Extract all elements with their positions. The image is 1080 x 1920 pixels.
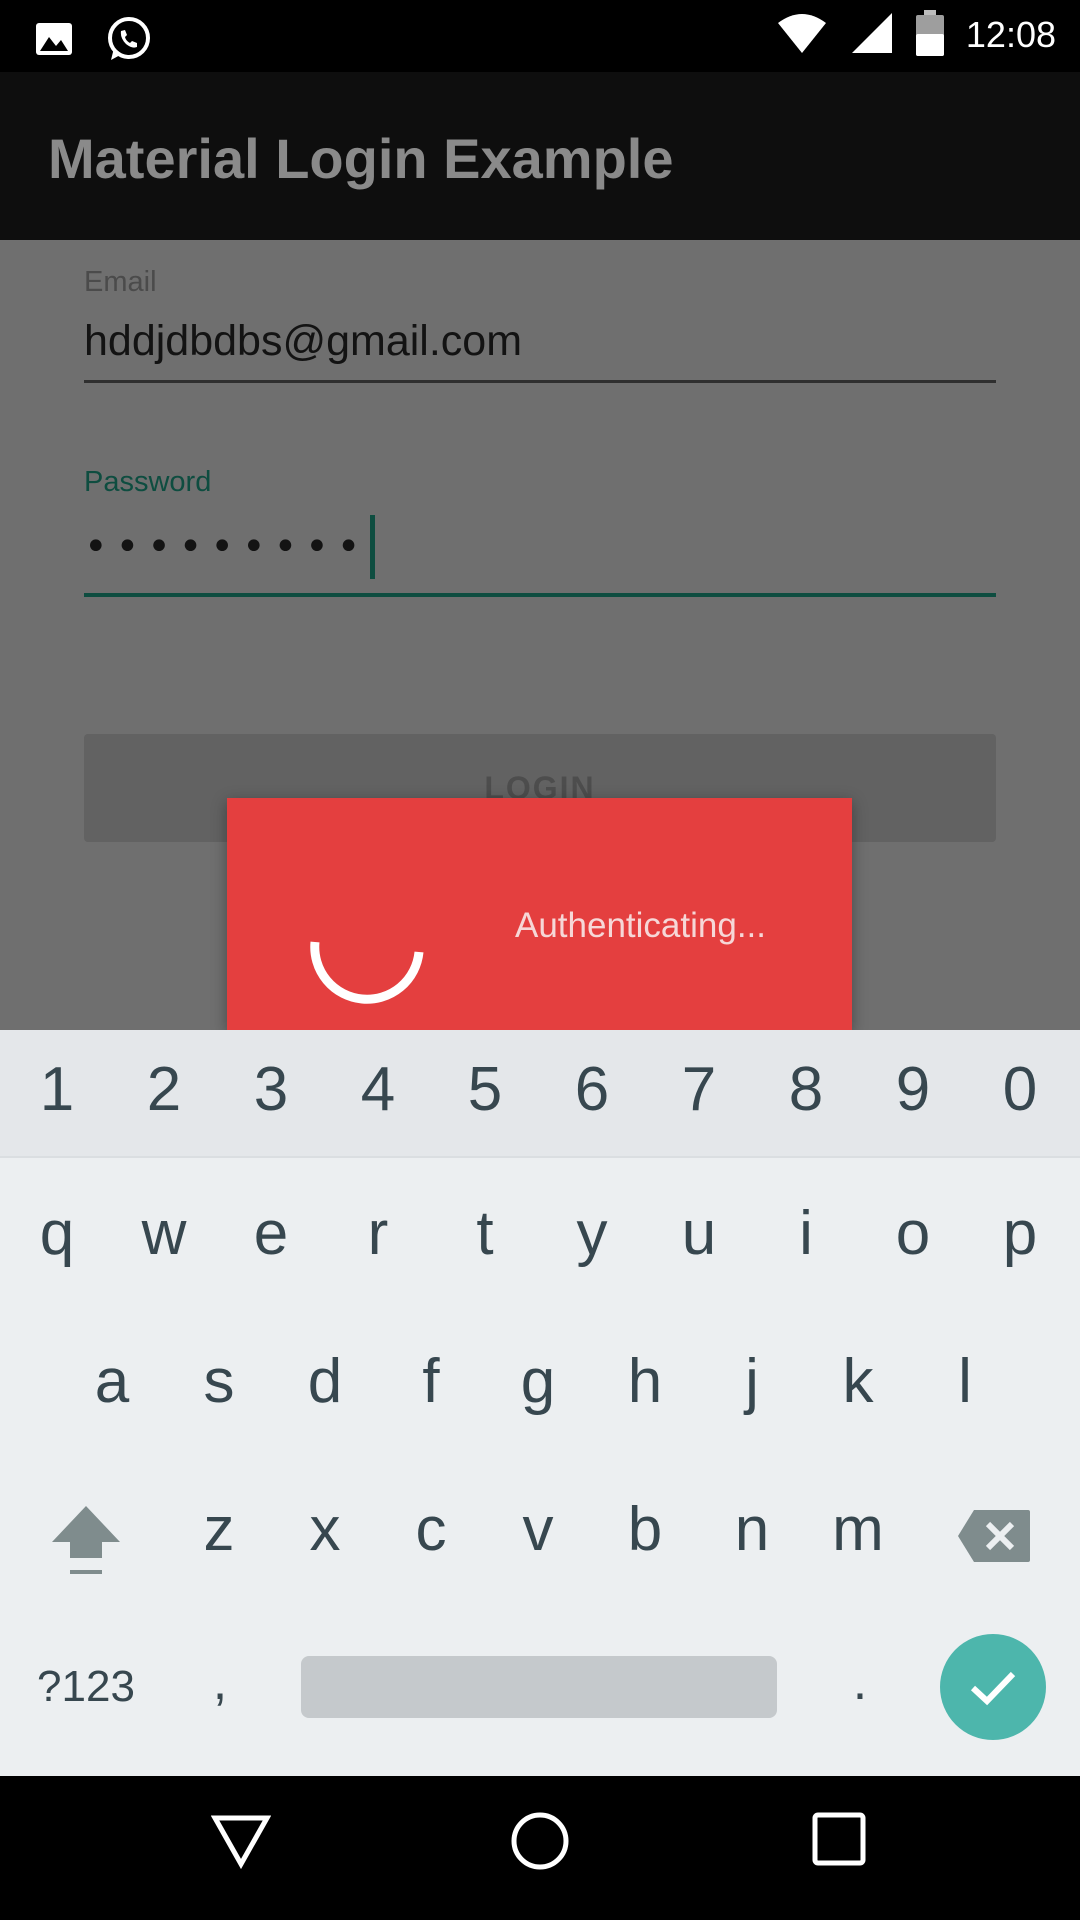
key-a[interactable]: a xyxy=(72,1346,152,1417)
password-field[interactable]: ••••••••• xyxy=(84,515,996,579)
key-n[interactable]: n xyxy=(712,1494,792,1565)
dialog-message: Authenticating... xyxy=(515,906,766,945)
key-0[interactable]: 0 xyxy=(980,1054,1060,1125)
symbols-key[interactable]: ?123 xyxy=(30,1662,142,1712)
app-bar: Material Login Example xyxy=(0,72,1080,240)
number-row: 1 2 3 4 5 6 7 8 9 0 xyxy=(0,1030,1080,1158)
key-s[interactable]: s xyxy=(179,1346,259,1417)
signal-icon xyxy=(850,11,894,59)
key-p[interactable]: p xyxy=(980,1198,1060,1269)
key-7[interactable]: 7 xyxy=(659,1054,739,1125)
checkmark-icon xyxy=(970,1671,1016,1706)
key-h[interactable]: h xyxy=(605,1346,685,1417)
shift-icon[interactable] xyxy=(46,1500,126,1585)
key-q[interactable]: q xyxy=(17,1198,97,1269)
key-comma[interactable]: , xyxy=(180,1652,260,1712)
nav-bar xyxy=(0,1776,1080,1920)
recents-icon[interactable] xyxy=(810,1810,868,1872)
key-o[interactable]: o xyxy=(873,1198,953,1269)
key-8[interactable]: 8 xyxy=(766,1054,846,1125)
key-t[interactable]: t xyxy=(445,1198,525,1269)
email-field-container: Email hddjdbdbs@gmail.com xyxy=(84,266,996,383)
key-e[interactable]: e xyxy=(231,1198,311,1269)
key-3[interactable]: 3 xyxy=(231,1054,311,1125)
key-v[interactable]: v xyxy=(498,1494,578,1565)
key-b[interactable]: b xyxy=(605,1494,685,1565)
email-label: Email xyxy=(84,266,157,298)
key-i[interactable]: i xyxy=(766,1198,846,1269)
page-title: Material Login Example xyxy=(48,127,674,190)
key-w[interactable]: w xyxy=(124,1198,204,1269)
key-c[interactable]: c xyxy=(391,1494,471,1565)
key-d[interactable]: d xyxy=(285,1346,365,1417)
key-y[interactable]: y xyxy=(552,1198,632,1269)
progress-dialog: Authenticating... xyxy=(227,798,852,1030)
done-button[interactable] xyxy=(940,1634,1046,1740)
key-r[interactable]: r xyxy=(338,1198,418,1269)
soft-keyboard: 1 2 3 4 5 6 7 8 9 0 q w e r t y u i o p … xyxy=(0,1030,1080,1776)
password-label: Password xyxy=(84,466,212,498)
key-j[interactable]: j xyxy=(712,1346,792,1417)
key-k[interactable]: k xyxy=(818,1346,898,1417)
status-bar: 12:08 xyxy=(0,0,1080,72)
wifi-icon xyxy=(776,11,828,59)
spinner-icon xyxy=(310,941,424,1004)
key-5[interactable]: 5 xyxy=(445,1054,525,1125)
password-field-container: Password ••••••••• xyxy=(84,466,996,597)
back-icon[interactable] xyxy=(210,1810,272,1874)
battery-icon xyxy=(915,10,944,60)
status-time: 12:08 xyxy=(965,14,1056,55)
key-1[interactable]: 1 xyxy=(17,1054,97,1125)
key-g[interactable]: g xyxy=(498,1346,578,1417)
key-m[interactable]: m xyxy=(818,1494,898,1565)
key-x[interactable]: x xyxy=(285,1494,365,1565)
email-field[interactable]: hddjdbdbs@gmail.com xyxy=(84,317,996,366)
backspace-icon[interactable] xyxy=(956,1508,1032,1569)
key-2[interactable]: 2 xyxy=(124,1054,204,1125)
space-bar[interactable] xyxy=(301,1656,777,1718)
key-9[interactable]: 9 xyxy=(873,1054,953,1125)
key-4[interactable]: 4 xyxy=(338,1054,418,1125)
key-z[interactable]: z xyxy=(179,1494,259,1565)
key-u[interactable]: u xyxy=(659,1198,739,1269)
text-caret xyxy=(370,515,376,579)
password-value: ••••••••• xyxy=(84,524,369,570)
image-icon xyxy=(34,19,74,63)
home-icon[interactable] xyxy=(509,1810,571,1876)
key-f[interactable]: f xyxy=(391,1346,471,1417)
key-6[interactable]: 6 xyxy=(552,1054,632,1125)
whatsapp-icon xyxy=(104,14,154,68)
key-period[interactable]: . xyxy=(820,1652,900,1712)
password-underline xyxy=(84,593,996,597)
key-l[interactable]: l xyxy=(925,1346,1005,1417)
screen: 12:08 Material Login Example Email hddjd… xyxy=(0,0,1080,1920)
email-underline xyxy=(84,380,996,383)
